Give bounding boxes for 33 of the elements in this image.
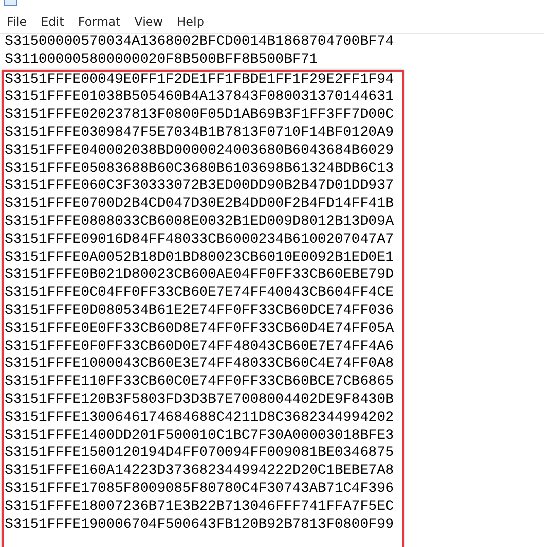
text-line: S3151FFFE190006704F500643FB120B92B7813F0800F99 — [5, 516, 394, 534]
text-line: S3151FFFE1400DD201F500010C1BC7F30A00003018BFE3 — [5, 428, 394, 446]
text-line: S3151FFFE1500120194D4FF070094FF009081BE0346875 — [5, 445, 394, 464]
text-line: S3151FFFE110FF33CB60C0E74FF0FF33CB60BCE7CB6865 — [5, 374, 394, 392]
text-line: S3151FFFE1000043CB60E3E74FF48033CB60C4E74FF0A8 — [5, 356, 394, 374]
menu-item[interactable]: Format — [71, 13, 128, 31]
text-line: S3151FFFE0700D2B4CD047D30E2B4DD00F2B4FD14FF41B — [5, 196, 394, 214]
menu-item[interactable]: Help — [170, 13, 212, 31]
text-line: S3151FFFE0E0FF33CB60D8E74FF0FF33CB60D4E74FF05A — [5, 320, 394, 339]
menu-item[interactable]: File — [0, 13, 34, 31]
text-line: S3151FFFE0808033CB6008E0032B1ED009D8012B13D09A — [5, 214, 394, 232]
text-line: S3151FFFE0B021D80023CB600AE04FF0FF33CB60EBE79D — [5, 267, 394, 286]
menu-item[interactable]: Edit — [34, 13, 72, 31]
text-line: S3151FFFE01038B505460B4A137843F080031370144631 — [5, 89, 394, 108]
text-line: S3151FFFE1300646174684688C4211D8C3682344994202 — [5, 410, 394, 428]
text-line: S3151FFFE17085F8009085F80780C4F30743AB71C4F396 — [5, 480, 394, 499]
text-line: S3151FFFE09016D84FF48033CB6000234B6100207047A7 — [5, 232, 394, 250]
text-line: S3151FFFE0C04FF0FF33CB60E7E74FF40043CB604FF4CE — [5, 285, 394, 303]
menu-item[interactable]: View — [128, 13, 170, 31]
text-line: S3151FFFE00049E0FF1F2DE1FF1FBDE1FF1F29E2FF1F94 — [5, 72, 394, 90]
text-line: S3151FFFE040002038BD0000024003680B6043684B6029 — [5, 142, 394, 161]
text-line: S3151FFFE0F0FF33CB60D0E74FF48043CB60E7E74FF4A6 — [5, 338, 394, 356]
text-line: S3151FFFE18007236B71E3B22B713046FFF741FFA7F5EC — [5, 498, 394, 517]
text-line: S311000005800000020F8B500BFF8B500BF71 — [5, 52, 318, 70]
text-line: S3151FFFE020237813F0800F05D1AB69B3F1FF3FF7D00C — [5, 107, 394, 125]
text-line: S3151FFFE120B3F5803FD3D3B7E7008004402DE9F8430B — [5, 392, 394, 410]
text-line: S3151FFFE0A0052B18D01BD80023CB6010E0092B1ED0E1 — [5, 250, 394, 268]
text-line: S3151FFFE0D080534B61E2E74FF0FF33CB60DCE74FF036 — [5, 302, 394, 321]
text-line: S31500000570034A1368002BFCD0014B1868704700BF74 — [5, 34, 394, 52]
text-line: S3151FFFE060C3F30333072B3ED00DD90B2B47D01DD937 — [5, 178, 394, 196]
text-line: S3151FFFE05083688B60C3680B6103698B61324BDB6C13 — [5, 160, 394, 178]
text-line: S3151FFFE0309847F5E7034B1B7813F0710F14BF0120A9 — [5, 124, 394, 143]
text-line: S3151FFFE160A14223D373682344994222D20C1BEBE7A8 — [5, 463, 394, 481]
